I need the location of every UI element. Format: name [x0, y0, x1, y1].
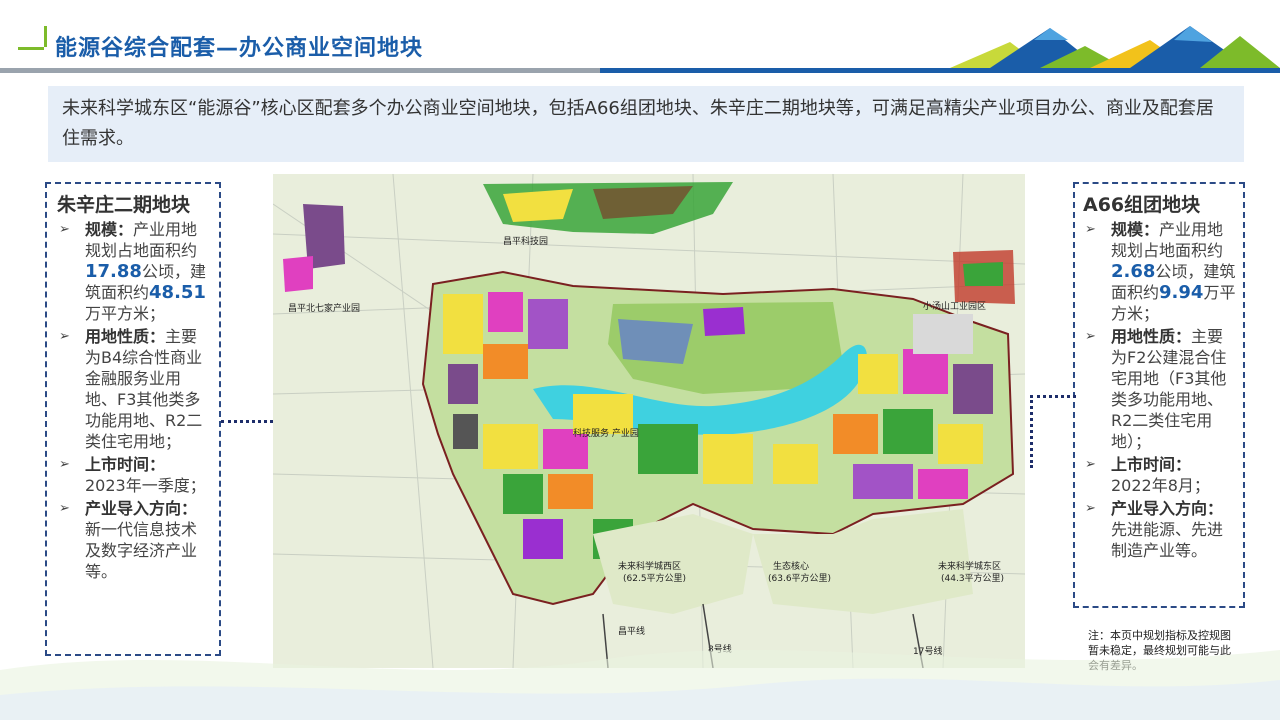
right-land-item: ➢ 用地性质：主要为F2公建混合住宅用地（F3其他类多功能用地、R2二类住宅用地…	[1085, 327, 1227, 451]
left-industry-item: ➢ 产业导入方向： 新一代信息技术及数字经济产业等。	[59, 499, 198, 581]
left-scale-item: ➢ 规模：产业用地规划占地面积约17.88公顷，建筑面积约48.51万平方米；	[59, 220, 206, 323]
footnote: 注：本页中规划指标及控规图暂未稳定，最终规划可能与此会有差异。	[1088, 629, 1231, 672]
map-label-eco-area: (63.6平方公里)	[768, 572, 831, 584]
title-bracket-icon	[18, 26, 47, 50]
map-label-east-park: 小汤山工业园区	[923, 301, 986, 312]
right-panel-title: A66组团地块	[1083, 194, 1201, 216]
right-industry-item: ➢ 产业导入方向：先进能源、先进制造产业等。	[1085, 499, 1224, 560]
map-label-eco: 生态核心	[773, 560, 809, 572]
right-connector-line	[1030, 395, 1076, 468]
arrow-bullet-icon: ➢	[59, 222, 70, 237]
map-label-center: 科技服务 产业园	[573, 427, 639, 439]
map-label-line-c: 17号线	[913, 645, 942, 657]
arrow-bullet-icon: ➢	[1085, 457, 1096, 472]
map-label-east-district: 未来科学城东区	[938, 560, 1001, 572]
page-title: 能源谷综合配套—办公商业空间地块	[55, 36, 424, 61]
map-label-line-a: 昌平线	[618, 625, 645, 637]
arrow-bullet-icon: ➢	[1085, 501, 1096, 516]
intro-box: 未来科学城东区“能源谷”核心区配套多个办公商业空间地块，包括A66组团地块、朱辛…	[48, 86, 1244, 162]
land-use-map-svg: 昌平科技园 昌平北七家产业园 小汤山工业园区 未来科学城西区 (62.5平方公里…	[273, 174, 1025, 668]
arrow-bullet-icon: ➢	[1085, 329, 1096, 344]
title-bar: 能源谷综合配套—办公商业空间地块	[0, 0, 1280, 75]
left-info-panel: 朱辛庄二期地块 ➢ 规模：产业用地规划占地面积约17.88公顷，建筑面积约48.…	[45, 182, 221, 656]
map-label-east-area: (44.3平方公里)	[941, 572, 1004, 584]
left-time-item: ➢ 上市时间： 2023年一季度；	[59, 455, 206, 495]
left-panel-title: 朱辛庄二期地块	[57, 194, 191, 216]
arrow-bullet-icon: ➢	[1085, 222, 1096, 237]
map-label-north-park: 昌平科技园	[503, 235, 548, 247]
arrow-bullet-icon: ➢	[59, 329, 70, 344]
land-use-map: 昌平科技园 昌平北七家产业园 小汤山工业园区 未来科学城西区 (62.5平方公里…	[273, 174, 1025, 668]
arrow-bullet-icon: ➢	[59, 501, 70, 516]
map-label-west-district: 未来科学城西区	[618, 560, 681, 572]
title-rule-grey	[0, 68, 600, 73]
right-scale-item: ➢ 规模：产业用地规划占地面积约2.68公顷，建筑面积约9.94万平方米；	[1085, 220, 1236, 323]
right-info-panel: A66组团地块 ➢ 规模：产业用地规划占地面积约2.68公顷，建筑面积约9.94…	[1073, 182, 1245, 608]
right-time-item: ➢ 上市时间： 2022年8月；	[1085, 455, 1210, 495]
map-label-west-area: (62.5平方公里)	[623, 572, 686, 584]
left-land-item: ➢ 用地性质：主要为B4综合性商业金融服务业用地、F3其他类多功能用地、R2二类…	[59, 327, 203, 451]
arrow-bullet-icon: ➢	[59, 457, 70, 472]
mountain-logo-icon	[950, 26, 1280, 68]
map-label-line-b: 8号线	[708, 643, 732, 655]
map-label-west-park: 昌平北七家产业园	[288, 302, 360, 314]
